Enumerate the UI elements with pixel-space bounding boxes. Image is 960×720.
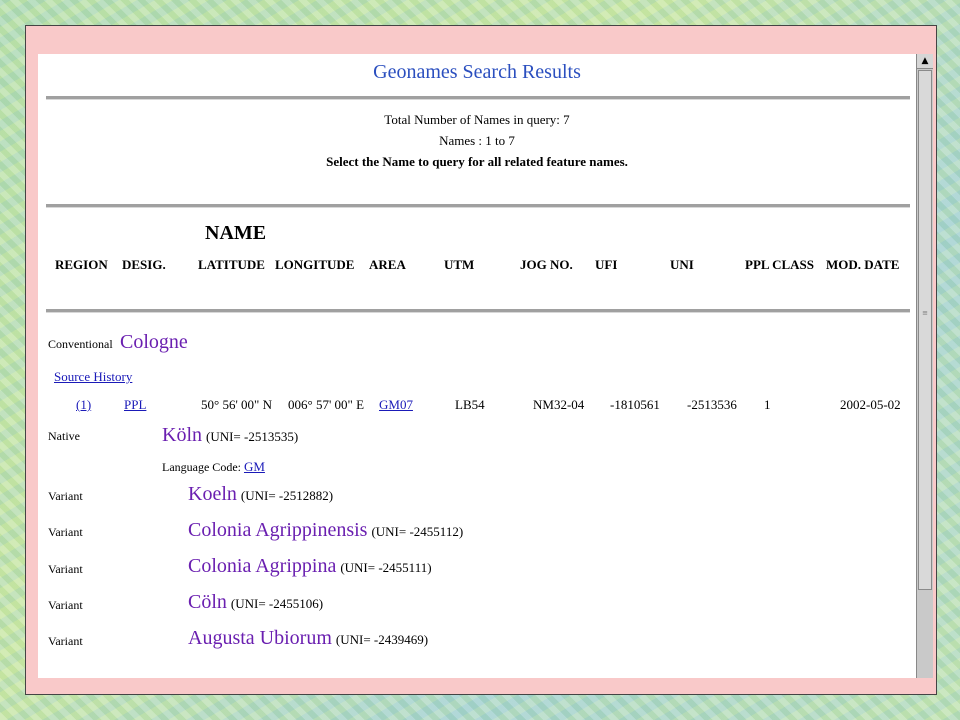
name-heading: NAME: [205, 222, 267, 244]
col-latitude: LATITUDE: [198, 257, 265, 272]
col-jog: JOG NO.: [520, 257, 573, 272]
variant-entry: Augusta Ubiorum (UNI= -2439469): [188, 627, 428, 650]
conventional-name[interactable]: Cologne: [120, 331, 188, 354]
col-longitude: LONGITUDE: [275, 257, 355, 272]
language-code-row: Language Code: GM: [162, 459, 265, 475]
jog-value: NM32-04: [533, 397, 585, 412]
mod-date-value: 2002-05-02: [840, 397, 901, 412]
uni-value: -2513536: [687, 397, 737, 412]
col-ppl-class: PPL CLASS: [745, 257, 814, 272]
col-mod-date: MOD. DATE: [826, 257, 900, 272]
names-range: Names : 1 to 7: [439, 133, 515, 148]
latitude-value: 50° 56' 00" N: [201, 397, 272, 412]
native-name[interactable]: Köln: [162, 424, 202, 446]
variant-entry: Colonia Agrippina (UNI= -2455111): [188, 555, 432, 578]
conventional-label: Conventional: [48, 337, 113, 351]
language-code-label: Language Code:: [162, 460, 241, 474]
col-region: REGION: [55, 257, 108, 272]
col-utm: UTM: [444, 257, 475, 272]
variant-name[interactable]: Koeln: [188, 483, 237, 505]
browser-page: Geonames Search Results Total Number of …: [38, 54, 916, 678]
area-link[interactable]: GM07: [379, 397, 413, 413]
variant-name[interactable]: Cöln: [188, 591, 227, 613]
divider-header: [46, 309, 910, 313]
variant-uni: (UNI= -2455112): [371, 524, 464, 539]
ufi-value: -1810561: [610, 397, 660, 412]
variant-label: Variant: [48, 598, 83, 612]
variant-entry: Colonia Agrippinensis (UNI= -2455112): [188, 519, 463, 542]
scroll-thumb[interactable]: ≡: [918, 70, 932, 590]
variant-entry: Koeln (UNI= -2512882): [188, 483, 333, 506]
utm-value: LB54: [455, 397, 485, 412]
divider-middle: [46, 204, 910, 208]
ppl-class-value: 1: [764, 397, 771, 412]
col-ufi: UFI: [595, 257, 618, 272]
variant-name[interactable]: Colonia Agrippinensis: [188, 519, 367, 541]
variant-label: Variant: [48, 634, 83, 648]
native-entry: Köln (UNI= -2513535): [162, 424, 298, 447]
language-code-link[interactable]: GM: [244, 459, 265, 474]
region-link[interactable]: (1): [76, 397, 91, 413]
col-area: AREA: [369, 257, 406, 272]
variant-label: Variant: [48, 562, 83, 576]
variant-uni: (UNI= -2439469): [335, 632, 429, 647]
variant-uni: (UNI= -2455106): [230, 596, 324, 611]
variant-label: Variant: [48, 489, 83, 503]
variant-entry: Cöln (UNI= -2455106): [188, 591, 323, 614]
col-desig: DESIG.: [122, 257, 166, 272]
source-history-link[interactable]: Source History: [54, 369, 132, 385]
vertical-scrollbar[interactable]: ▲ ≡: [916, 54, 933, 678]
desig-link[interactable]: PPL: [124, 397, 146, 413]
native-label: Native: [48, 429, 80, 443]
variant-name[interactable]: Augusta Ubiorum: [188, 627, 332, 649]
total-count: Total Number of Names in query: 7: [384, 112, 570, 127]
variant-uni: (UNI= -2455111): [340, 560, 432, 575]
page-title: Geonames Search Results: [373, 61, 581, 83]
variant-label: Variant: [48, 525, 83, 539]
instruction-text: Select the Name to query for all related…: [326, 154, 628, 169]
scroll-grip-icon: ≡: [922, 309, 928, 317]
variant-uni: (UNI= -2512882): [240, 488, 334, 503]
triangle-up-icon[interactable]: ▲: [917, 54, 933, 69]
longitude-value: 006° 57' 00" E: [288, 397, 365, 412]
divider-top: [46, 96, 910, 100]
col-uni: UNI: [670, 257, 694, 272]
variant-name[interactable]: Colonia Agrippina: [188, 555, 336, 577]
native-uni: (UNI= -2513535): [206, 429, 299, 444]
